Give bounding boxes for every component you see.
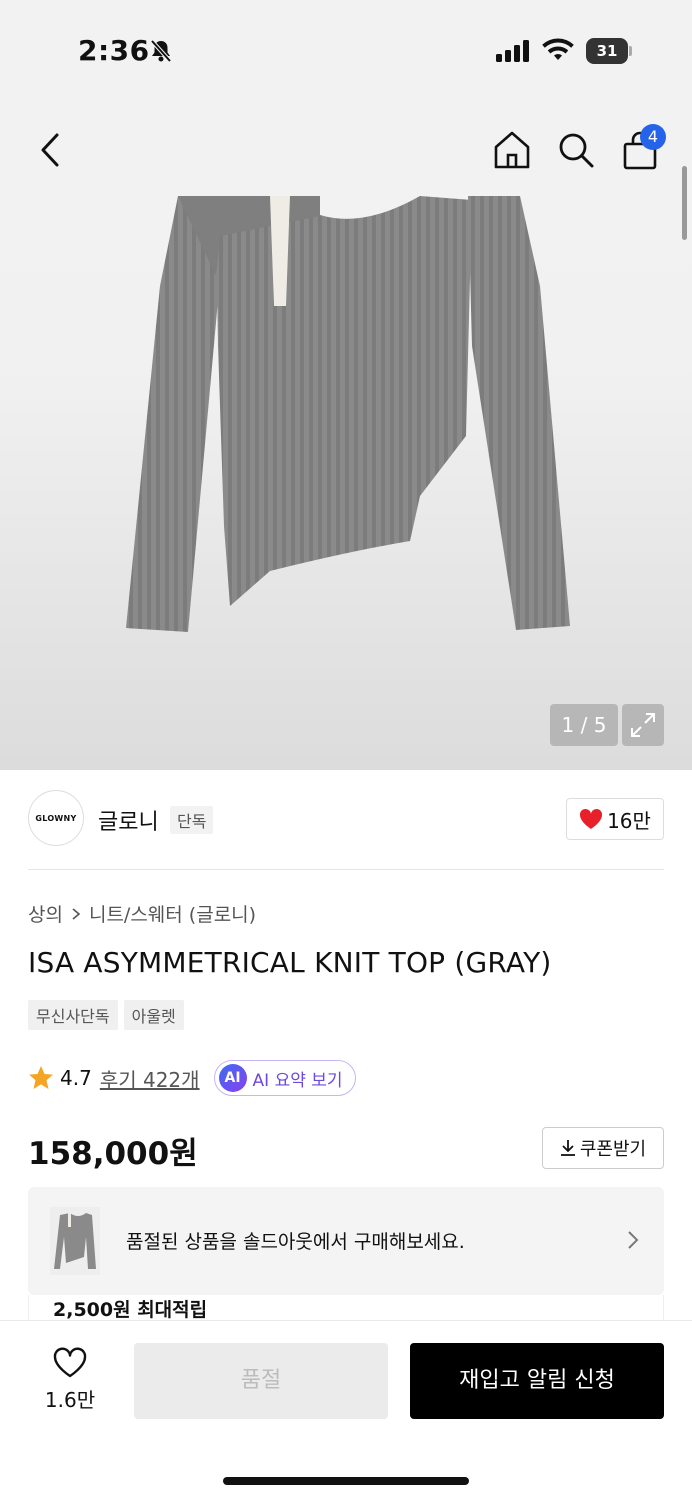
star-icon	[29, 1066, 53, 1089]
chevron-right-icon	[628, 1231, 639, 1249]
brand-logo[interactable]: GLOWNY	[28, 790, 84, 846]
soldout-button[interactable]: 품절	[134, 1343, 388, 1419]
search-icon[interactable]	[554, 128, 598, 172]
ai-badge-icon: AI	[218, 1064, 247, 1092]
status-time: 2:36	[78, 34, 150, 67]
battery-level: 31	[586, 38, 628, 64]
coupon-label: 쿠폰받기	[579, 1139, 647, 1160]
ai-summary-label: AI 요약 보기	[252, 1070, 343, 1091]
coupon-button[interactable]: 쿠폰받기	[542, 1127, 664, 1169]
home-icon[interactable]	[490, 128, 534, 172]
heart-filled-icon	[580, 808, 603, 829]
breadcrumb-category[interactable]: 상의	[28, 900, 63, 927]
bell-slash-icon	[148, 38, 174, 68]
chevron-right-icon	[72, 907, 81, 920]
product-price: 158,000원	[28, 1136, 198, 1172]
soldout-banner[interactable]: 품절된 상품을 솔드아웃에서 구매해보세요.	[28, 1187, 664, 1295]
brand-like-button[interactable]: 16만	[566, 798, 664, 840]
status-bar: 2:36 31	[0, 0, 692, 100]
wifi-icon	[542, 38, 574, 66]
wishlist-button[interactable]: 1.6만	[40, 1347, 100, 1413]
wishlist-count: 1.6만	[44, 1388, 96, 1412]
banner-thumbnail	[50, 1207, 100, 1275]
tag-musinsa-exclusive: 무신사단독	[28, 1000, 118, 1030]
review-link[interactable]: 후기 422개	[100, 1064, 200, 1093]
image-counter: 1 / 5	[550, 704, 618, 746]
brand-name[interactable]: 글로니	[98, 804, 159, 836]
restock-alert-button[interactable]: 재입고 알림 신청	[410, 1343, 664, 1419]
product-tags: 무신사단독 아울렛	[28, 1000, 184, 1030]
product-gallery[interactable]: 4 1 / 5	[0, 100, 692, 770]
soldout-banner-text: 품절된 상품을 솔드아웃에서 구매해보세요.	[126, 1231, 465, 1253]
breadcrumb: 상의 니트/스웨터 (글로니)	[28, 900, 256, 927]
battery-icon: 31	[586, 38, 632, 64]
ai-summary-button[interactable]: AI AI 요약 보기	[213, 1060, 356, 1096]
heart-outline-icon	[53, 1347, 87, 1378]
product-image	[120, 196, 580, 640]
back-icon[interactable]	[30, 130, 70, 170]
download-icon	[560, 1140, 575, 1156]
exclusive-tag: 단독	[170, 806, 214, 834]
rating-row: 4.7 후기 422개 AI AI 요약 보기	[28, 1060, 356, 1096]
brand-row: GLOWNY 글로니 단독 16만	[28, 790, 664, 870]
cart-icon[interactable]: 4	[618, 124, 666, 174]
signal-icon	[496, 40, 532, 66]
breadcrumb-subcategory[interactable]: 니트/스웨터 (글로니)	[89, 900, 256, 927]
scrollbar[interactable]	[682, 166, 687, 240]
expand-icon[interactable]	[622, 704, 664, 746]
cart-count-badge: 4	[640, 124, 666, 150]
home-indicator[interactable]	[223, 1477, 469, 1485]
tag-outlet: 아울렛	[123, 1000, 184, 1030]
product-title: ISA ASYMMETRICAL KNIT TOP (GRAY)	[28, 946, 552, 979]
rating-score: 4.7	[60, 1066, 92, 1090]
bottom-action-bar: 1.6만 품절 재입고 알림 신청	[0, 1320, 692, 1500]
brand-like-count: 16만	[607, 808, 651, 833]
